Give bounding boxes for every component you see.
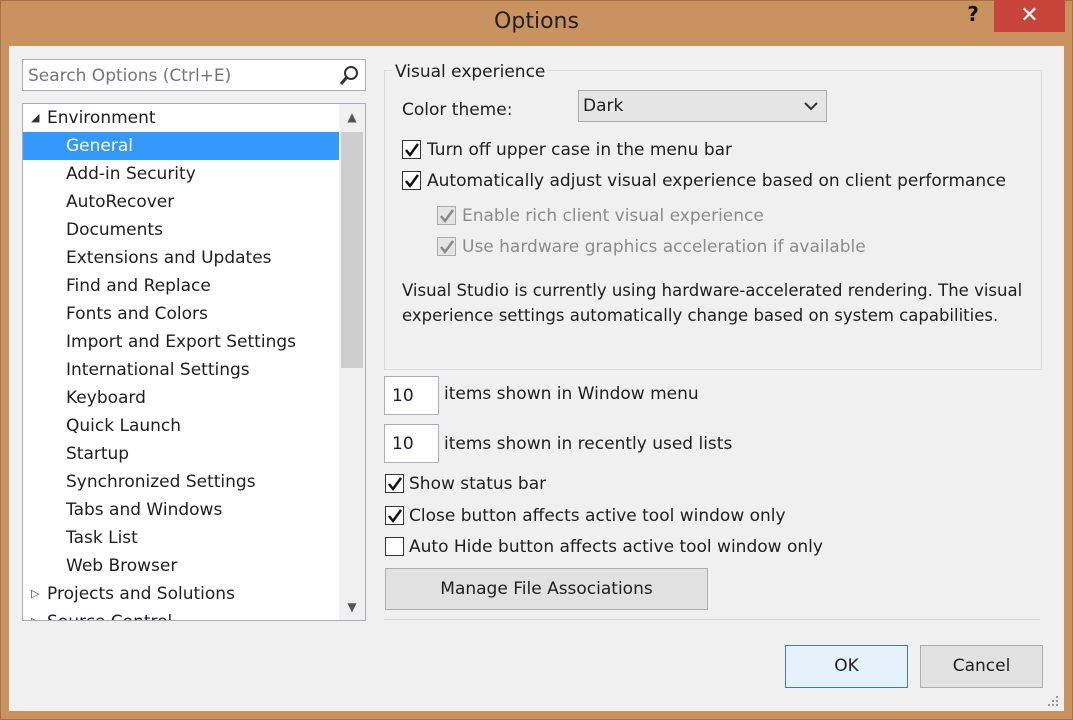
checkmark-icon: [405, 143, 420, 158]
window-title: Options: [494, 9, 579, 34]
expand-arrow-icon[interactable]: ▷: [31, 608, 43, 620]
checkmark-icon: [388, 509, 403, 524]
rich-client-checkbox: [437, 206, 456, 225]
color-theme-label: Color theme:: [402, 100, 513, 120]
auto-adjust-checkbox[interactable]: [402, 171, 421, 190]
search-input[interactable]: [28, 65, 328, 87]
tree-item-label: Documents: [66, 220, 163, 240]
recent-lists-count-label: items shown in recently used lists: [444, 434, 733, 454]
tree-scrollbar[interactable]: ▲ ▼: [339, 104, 365, 620]
scroll-thumb[interactable]: [341, 132, 363, 368]
tree-item-keyboard[interactable]: Keyboard: [23, 384, 339, 412]
auto-hide-checkbox[interactable]: [385, 537, 404, 556]
tree-item-label: Web Browser: [66, 556, 178, 576]
close-button[interactable]: ✕: [994, 0, 1065, 32]
tree-item-label: Find and Replace: [66, 276, 211, 296]
resize-grip-icon[interactable]: [1046, 694, 1060, 708]
options-tree[interactable]: ◢ Environment General Add-in Security AutoRe…: [22, 103, 366, 621]
tree-item-label: Keyboard: [66, 388, 146, 408]
tree-item-environment[interactable]: ◢ Environment: [23, 104, 339, 132]
tree-item-quick-launch[interactable]: Quick Launch: [23, 412, 339, 440]
tree-item-import-and-export-settings[interactable]: Import and Export Settings: [23, 328, 339, 356]
checkmark-icon: [388, 477, 403, 492]
rendering-info-line-1: Visual Studio is currently using hardwar…: [402, 281, 1023, 300]
tree-item-label: General: [66, 136, 133, 156]
hw-accel-checkbox: [437, 237, 456, 256]
tree-item-label: AutoRecover: [66, 192, 175, 212]
rendering-info-line-2: experience settings automatically change…: [402, 306, 999, 325]
tree-item-tabs-and-windows[interactable]: Tabs and Windows: [23, 496, 339, 524]
tree-item-label: Add-in Security: [66, 164, 196, 184]
manage-file-associations-button[interactable]: Manage File Associations: [385, 568, 708, 610]
rich-client-label: Enable rich client visual experience: [462, 206, 764, 226]
tree-item-label: Import and Export Settings: [66, 332, 296, 352]
tree-item-extensions-and-updates[interactable]: Extensions and Updates: [23, 244, 339, 272]
tree-item-source-control[interactable]: ▷ Source Control: [23, 608, 339, 620]
close-button-affects-label[interactable]: Close button affects active tool window …: [409, 506, 786, 526]
search-icon[interactable]: [338, 65, 360, 87]
recent-lists-count-input[interactable]: [392, 433, 432, 455]
tree-item-international-settings[interactable]: International Settings: [23, 356, 339, 384]
tree-item-label: Synchronized Settings: [66, 472, 256, 492]
window-menu-count-label: items shown in Window menu: [444, 384, 699, 404]
tree-item-documents[interactable]: Documents: [23, 216, 339, 244]
tree-item-label: International Settings: [66, 360, 250, 380]
auto-hide-label[interactable]: Auto Hide button affects active tool win…: [409, 537, 823, 557]
search-box[interactable]: [22, 59, 366, 91]
tree-item-general[interactable]: General: [23, 132, 339, 160]
visual-experience-title: Visual experience: [392, 62, 549, 82]
tree-item-find-and-replace[interactable]: Find and Replace: [23, 272, 339, 300]
color-theme-select[interactable]: Dark: [578, 90, 827, 122]
tree-item-label: Quick Launch: [66, 416, 182, 436]
tree-item-label: Projects and Solutions: [47, 584, 235, 604]
tree-item-label: Source Control: [47, 608, 172, 620]
title-bar[interactable]: Options ? ✕: [0, 0, 1073, 46]
tree-item-label: Tabs and Windows: [66, 500, 223, 520]
tree-item-startup[interactable]: Startup: [23, 440, 339, 468]
help-button[interactable]: ?: [960, 2, 986, 28]
separator: [384, 619, 1040, 620]
expand-arrow-icon[interactable]: ▷: [31, 580, 43, 608]
tree-item-fonts-and-colors[interactable]: Fonts and Colors: [23, 300, 339, 328]
checkmark-icon: [405, 174, 420, 189]
window-menu-count-box[interactable]: [384, 376, 439, 415]
tree-item-label: Task List: [66, 528, 138, 548]
tree-item-web-browser[interactable]: Web Browser: [23, 552, 339, 580]
cancel-button[interactable]: Cancel: [920, 645, 1043, 688]
recent-lists-count-box[interactable]: [384, 424, 439, 463]
scroll-up-icon[interactable]: ▲: [339, 104, 365, 130]
hw-accel-label: Use hardware graphics acceleration if av…: [462, 237, 866, 257]
collapse-arrow-icon[interactable]: ◢: [31, 104, 43, 132]
scroll-down-icon[interactable]: ▼: [339, 594, 365, 620]
checkmark-icon: [440, 209, 455, 224]
upper-case-checkbox[interactable]: [402, 140, 421, 159]
tree-item-label: Startup: [66, 444, 130, 464]
close-button-affects-checkbox[interactable]: [385, 506, 404, 525]
ok-button[interactable]: OK: [785, 645, 908, 688]
tree-item-projects-and-solutions[interactable]: ▷ Projects and Solutions: [23, 580, 339, 608]
status-bar-checkbox[interactable]: [385, 474, 404, 493]
tree-item-synchronized-settings[interactable]: Synchronized Settings: [23, 468, 339, 496]
tree-item-autorecover[interactable]: AutoRecover: [23, 188, 339, 216]
tree-item-label: Environment: [47, 108, 156, 128]
tree-item-task-list[interactable]: Task List: [23, 524, 339, 552]
checkmark-icon: [440, 240, 455, 255]
tree-item-label: Fonts and Colors: [66, 304, 208, 324]
tree-item-add-in-security[interactable]: Add-in Security: [23, 160, 339, 188]
color-theme-value: Dark: [583, 96, 624, 116]
window-menu-count-input[interactable]: [392, 385, 432, 407]
chevron-down-icon: [804, 102, 818, 111]
upper-case-label[interactable]: Turn off upper case in the menu bar: [427, 140, 732, 160]
tree-item-label: Extensions and Updates: [66, 248, 272, 268]
auto-adjust-label[interactable]: Automatically adjust visual experience b…: [427, 171, 1006, 191]
status-bar-label[interactable]: Show status bar: [409, 474, 546, 494]
